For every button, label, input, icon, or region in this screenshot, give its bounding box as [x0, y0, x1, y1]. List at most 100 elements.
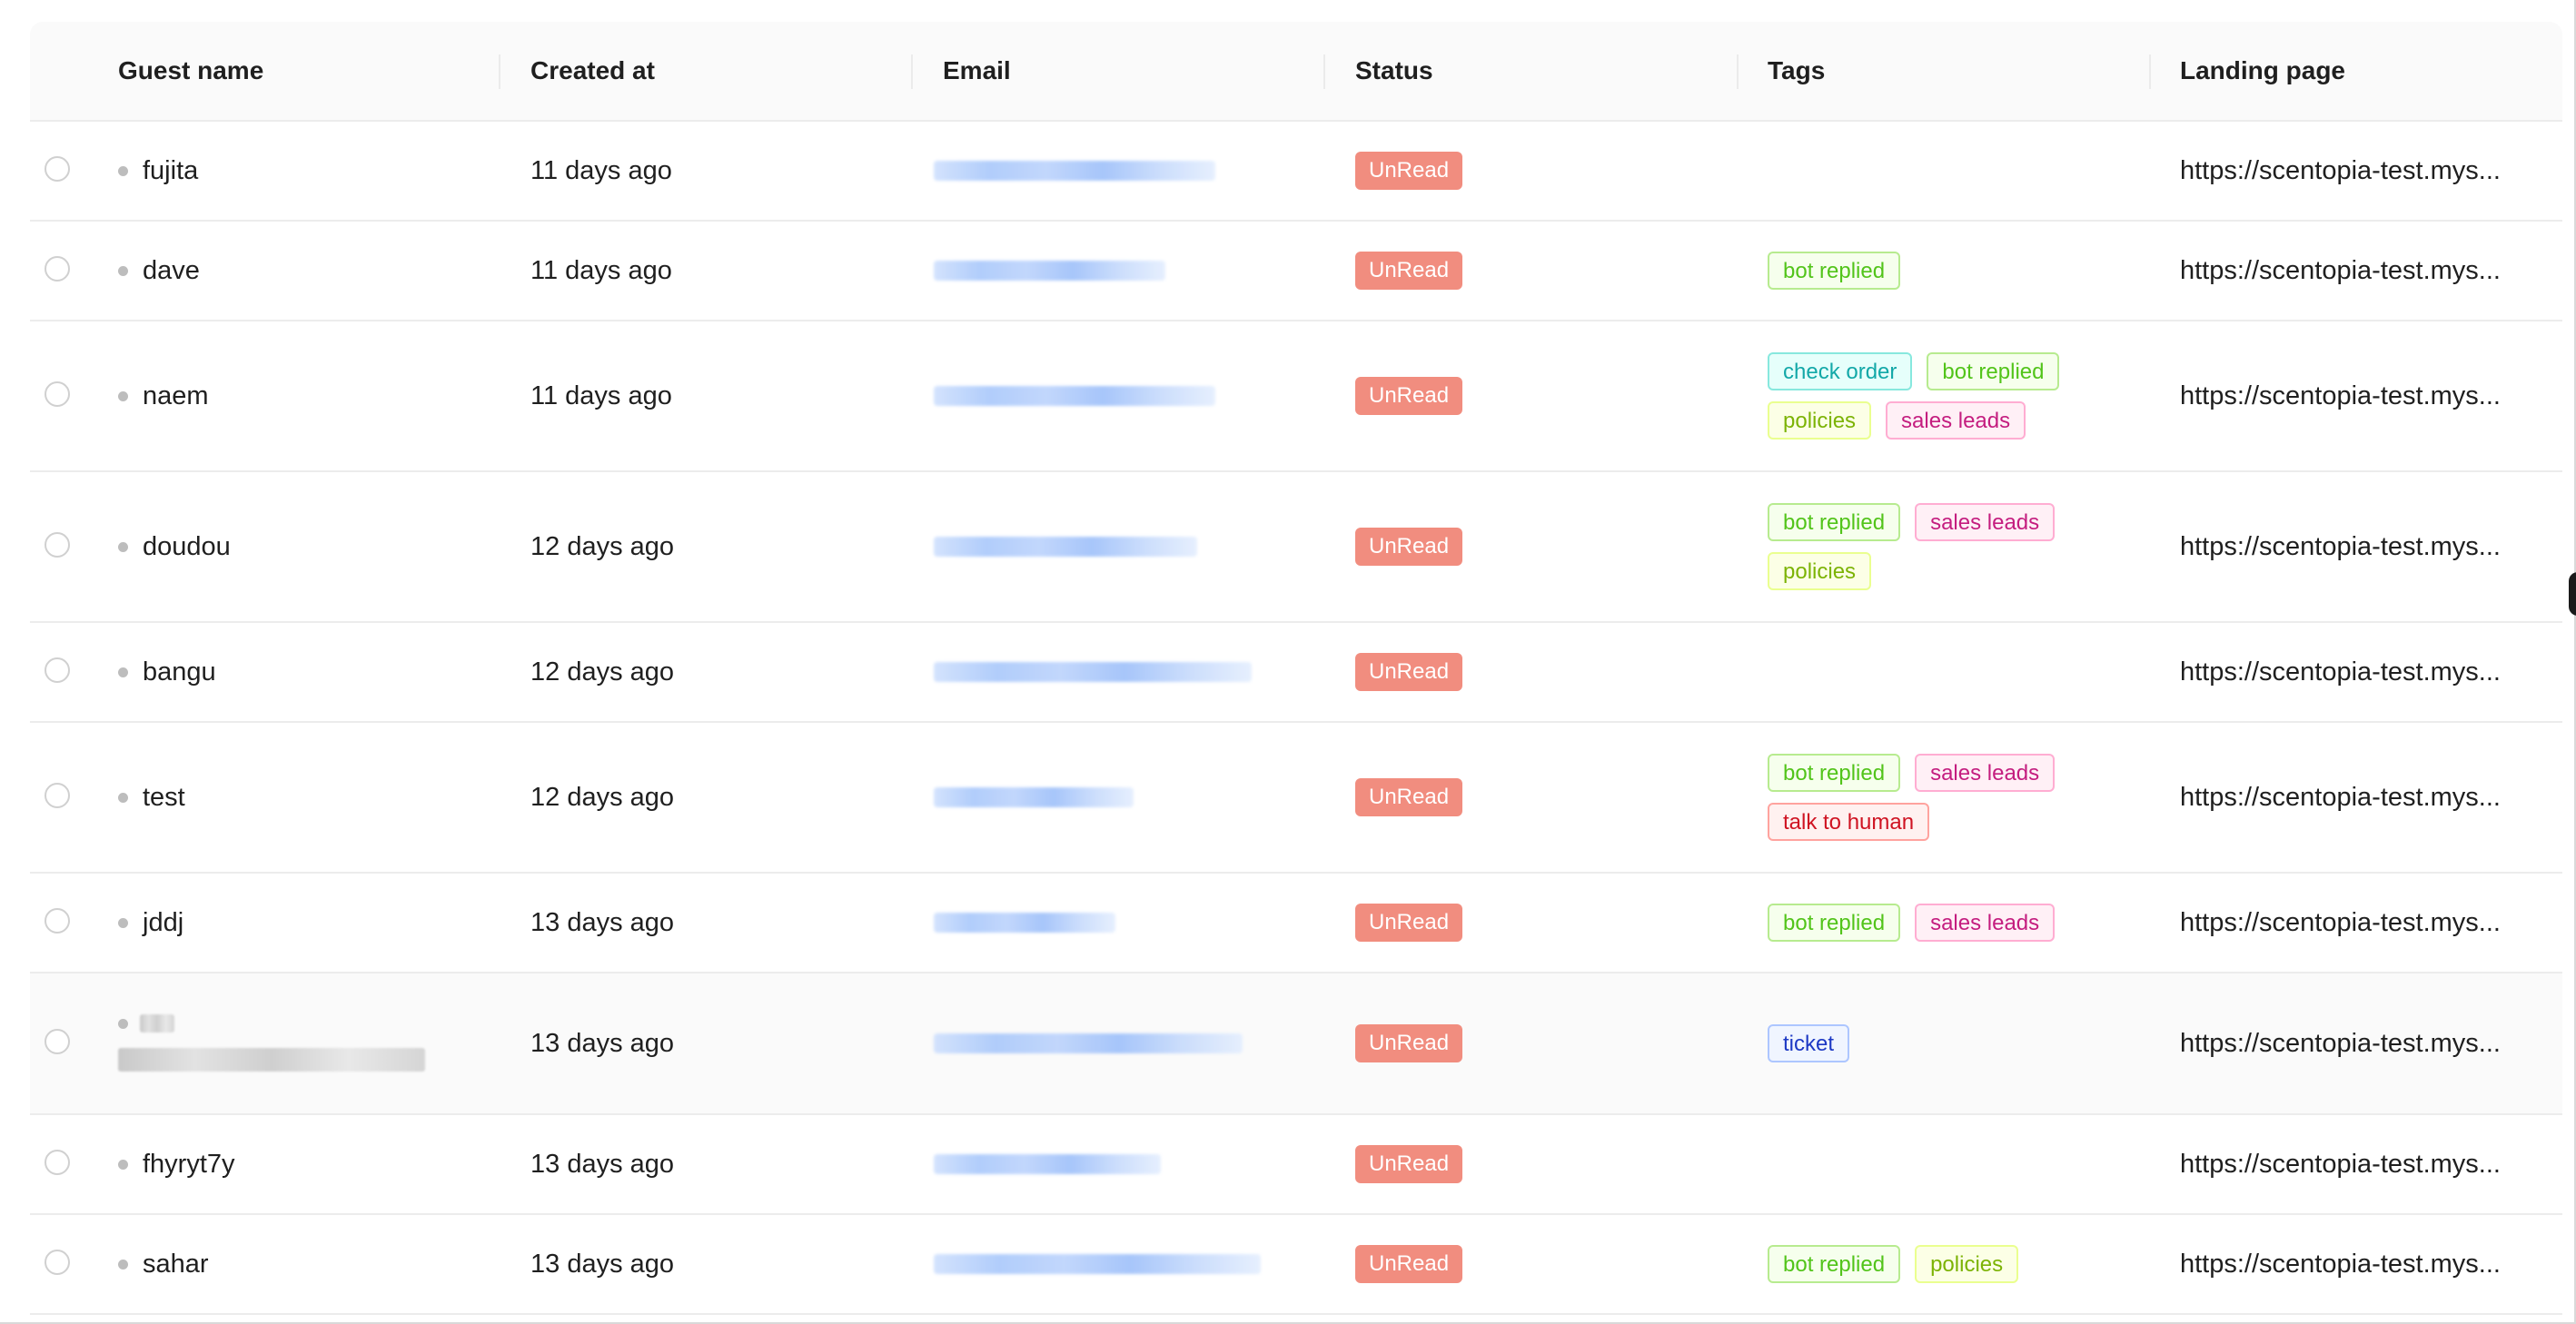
redacted-email-link[interactable] — [934, 913, 1115, 933]
guest-name-cell[interactable]: test — [118, 723, 185, 872]
redacted-email-link[interactable] — [934, 261, 1165, 281]
guest-name-cell[interactable]: fhyryt7y — [118, 1115, 235, 1213]
column-header-status[interactable]: Status — [1355, 22, 1433, 120]
redacted-email-link[interactable] — [934, 662, 1252, 682]
row-select-radio[interactable] — [45, 1150, 70, 1175]
guest-name-cell[interactable]: bangu — [118, 623, 216, 721]
landing-page-link[interactable]: https://scentopia-test.mys... — [2180, 156, 2501, 186]
tag-talk-to-human[interactable]: talk to human — [1768, 803, 1930, 841]
landing-page-cell[interactable]: https://scentopia-test.mys... — [2180, 122, 2501, 220]
email-cell[interactable] — [934, 222, 1165, 320]
redacted-email-link[interactable] — [934, 161, 1215, 181]
landing-page-link[interactable]: https://scentopia-test.mys... — [2180, 657, 2501, 687]
tag-bot-replied[interactable]: bot replied — [1768, 754, 1901, 792]
landing-page-cell[interactable]: https://scentopia-test.mys... — [2180, 472, 2501, 621]
landing-page-link[interactable]: https://scentopia-test.mys... — [2180, 783, 2501, 813]
column-header-created-at[interactable]: Created at — [530, 22, 655, 120]
table-row[interactable]: fujita 11 days ago UnRead https://scentopia… — [30, 122, 2562, 222]
tag-policies[interactable]: policies — [1768, 401, 1872, 440]
email-cell[interactable] — [934, 321, 1215, 470]
landing-page-link[interactable]: https://scentopia-test.mys... — [2180, 908, 2501, 938]
tag-bot-replied[interactable]: bot replied — [1768, 1245, 1901, 1283]
landing-page-cell[interactable]: https://scentopia-test.mys... — [2180, 321, 2501, 470]
guest-name-cell[interactable]: naem — [118, 321, 209, 470]
row-select-radio[interactable] — [45, 156, 70, 182]
table-row[interactable]: fhyryt7y 13 days ago UnRead https://scentop… — [30, 1115, 2562, 1215]
table-row[interactable]: test 12 days ago UnRead bot replied sales le… — [30, 723, 2562, 874]
landing-page-link[interactable]: https://scentopia-test.mys... — [2180, 1250, 2501, 1280]
row-select-radio[interactable] — [45, 908, 70, 934]
redacted-email-link[interactable] — [934, 537, 1197, 557]
landing-page-link[interactable]: https://scentopia-test.mys... — [2180, 532, 2501, 562]
status-badge: UnRead — [1355, 528, 1463, 566]
tag-policies[interactable]: policies — [1915, 1245, 2019, 1283]
email-cell[interactable] — [934, 1215, 1261, 1313]
tag-bot-replied[interactable]: bot replied — [1768, 252, 1901, 290]
row-select-radio[interactable] — [45, 256, 70, 282]
landing-page-cell[interactable]: https://scentopia-test.mys... — [2180, 874, 2501, 972]
redacted-email-link[interactable] — [934, 787, 1134, 807]
redacted-email-link[interactable] — [934, 386, 1215, 406]
guest-name-cell[interactable]: fujita — [118, 122, 198, 220]
landing-page-link[interactable]: https://scentopia-test.mys... — [2180, 381, 2501, 411]
tag-ticket[interactable]: ticket — [1768, 1024, 1850, 1062]
landing-page-cell[interactable]: https://scentopia-test.mys... — [2180, 222, 2501, 320]
guest-name-cell[interactable]: sahar — [118, 1215, 209, 1313]
table-row[interactable]: jddj 13 days ago UnRead bot replied sales le… — [30, 874, 2562, 973]
table-row[interactable]: 13 days ago UnRead ticket https://scentopia… — [30, 973, 2562, 1115]
tag-policies[interactable]: policies — [1768, 552, 1872, 590]
tag-bot-replied[interactable]: bot replied — [1768, 904, 1901, 942]
email-cell[interactable] — [934, 623, 1252, 721]
email-cell[interactable] — [934, 874, 1115, 972]
column-header-email[interactable]: Email — [943, 22, 1011, 120]
row-select-radio[interactable] — [45, 1029, 70, 1054]
landing-page-cell[interactable]: https://scentopia-test.mys... — [2180, 973, 2501, 1113]
table-row[interactable]: doudou 12 days ago UnRead bot replied sales … — [30, 472, 2562, 623]
tag-sales-leads[interactable]: sales leads — [1915, 503, 2056, 541]
guest-name-cell[interactable]: dave — [118, 222, 200, 320]
created-at: 11 days ago — [530, 380, 672, 410]
table-row[interactable]: naem 11 days ago UnRead check order bot repl… — [30, 321, 2562, 472]
landing-page-cell[interactable]: https://scentopia-test.mys... — [2180, 723, 2501, 872]
landing-page-link[interactable]: https://scentopia-test.mys... — [2180, 1029, 2501, 1059]
tag-sales-leads[interactable]: sales leads — [1915, 904, 2056, 942]
tag-bot-replied[interactable]: bot replied — [1927, 352, 2060, 390]
status-cell: UnRead — [1355, 874, 1463, 972]
email-cell[interactable] — [934, 122, 1215, 220]
landing-page-cell[interactable]: https://scentopia-test.mys... — [2180, 1215, 2501, 1313]
status-dot — [118, 1159, 128, 1170]
row-select-radio[interactable] — [45, 381, 70, 407]
row-select-radio[interactable] — [45, 532, 70, 558]
column-header-landing-page[interactable]: Landing page — [2180, 22, 2345, 120]
tag-sales-leads[interactable]: sales leads — [1886, 401, 2026, 440]
guest-name-cell[interactable]: jddj — [118, 874, 183, 972]
row-select-radio[interactable] — [45, 783, 70, 808]
column-header-guest-name[interactable]: Guest name — [118, 22, 263, 120]
email-cell[interactable] — [934, 1115, 1161, 1213]
landing-page-link[interactable]: https://scentopia-test.mys... — [2180, 256, 2501, 286]
scrollbar-thumb[interactable] — [2569, 572, 2576, 616]
table-header: Guest name Created at Email Status Tags … — [30, 22, 2562, 122]
landing-page-cell[interactable]: https://scentopia-test.mys... — [2180, 623, 2501, 721]
table-row[interactable]: bangu 12 days ago UnRead https://scentopia-… — [30, 623, 2562, 723]
row-select-radio[interactable] — [45, 1250, 70, 1275]
tag-check-order[interactable]: check order — [1768, 352, 1913, 390]
email-cell[interactable] — [934, 723, 1134, 872]
email-cell[interactable] — [934, 472, 1197, 621]
tags-cell: bot replied sales leads — [1768, 874, 2056, 972]
table-row[interactable]: sahar 13 days ago UnRead bot replied policie… — [30, 1215, 2562, 1315]
landing-page-link[interactable]: https://scentopia-test.mys... — [2180, 1150, 2501, 1180]
tag-bot-replied[interactable]: bot replied — [1768, 503, 1901, 541]
landing-page-cell[interactable]: https://scentopia-test.mys... — [2180, 1115, 2501, 1213]
status-dot — [118, 165, 128, 176]
column-header-tags[interactable]: Tags — [1768, 22, 1825, 120]
tags-cell: bot replied sales leads talk to human — [1768, 723, 2056, 872]
guest-name-cell[interactable]: doudou — [118, 472, 231, 621]
tag-sales-leads[interactable]: sales leads — [1915, 754, 2056, 792]
row-select-radio[interactable] — [45, 657, 70, 683]
email-cell[interactable] — [934, 973, 1243, 1113]
redacted-email-link[interactable] — [934, 1254, 1261, 1274]
redacted-email-link[interactable] — [934, 1033, 1243, 1053]
table-row[interactable]: dave 11 days ago UnRead bot replied https://… — [30, 222, 2562, 321]
redacted-email-link[interactable] — [934, 1154, 1161, 1174]
